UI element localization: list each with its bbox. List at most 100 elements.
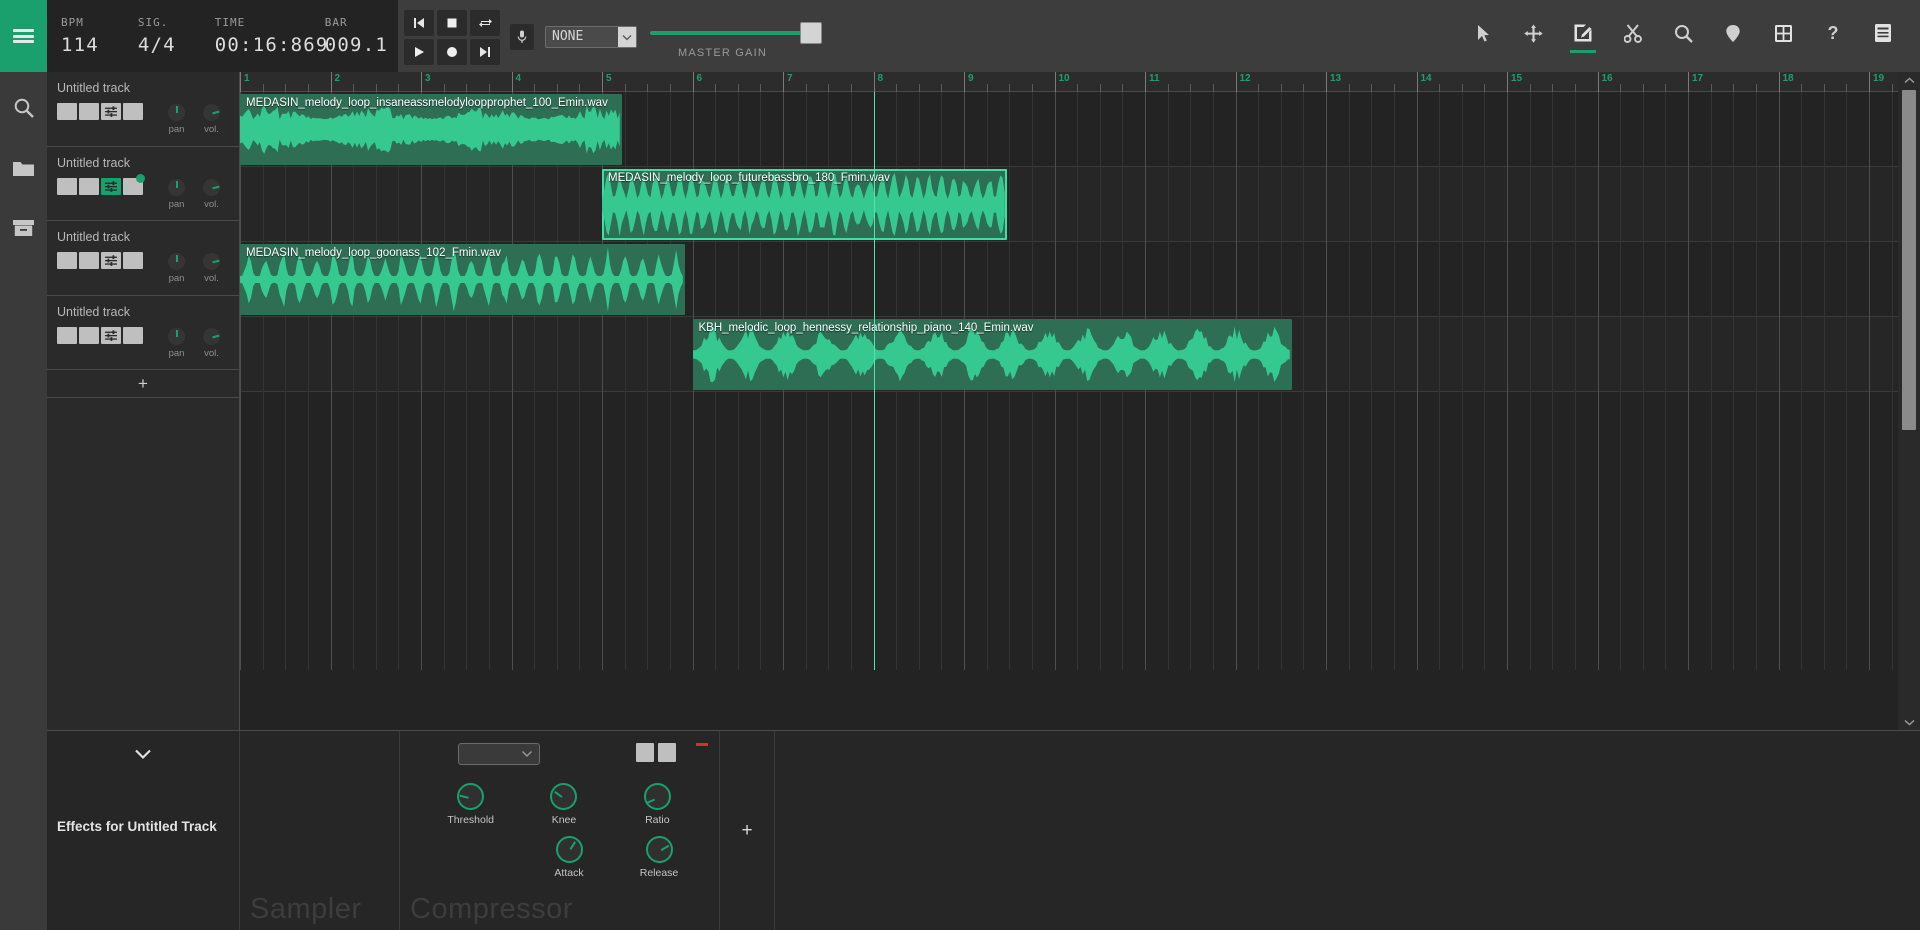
audio-input-select[interactable]: NONE xyxy=(545,26,637,48)
arrangement-view[interactable]: 1 2 3 4 5 6 7 8 9 10 11 12 13 14 15 16 17 18 19 MEDASIN_me… xyxy=(240,72,1898,730)
track-mute-button[interactable] xyxy=(57,103,77,120)
microphone-icon[interactable] xyxy=(510,24,534,50)
compressor-knob[interactable]: Threshold xyxy=(424,783,517,826)
master-gain-thumb[interactable] xyxy=(800,22,822,44)
pan-knob[interactable] xyxy=(167,326,186,346)
clip-grid[interactable]: MEDASIN_melody_loop_insaneassmelodyloopp… xyxy=(240,92,1898,670)
volume-knob[interactable] xyxy=(202,103,221,122)
track-volume-control[interactable]: vol. xyxy=(202,177,221,210)
playhead[interactable] xyxy=(873,92,875,670)
skip-forward-icon[interactable] xyxy=(470,39,500,65)
track-extra-button[interactable] xyxy=(123,252,143,269)
knob-dial[interactable] xyxy=(457,783,485,810)
track-header[interactable]: Untitled track pan vol. xyxy=(47,147,239,221)
hamburger-icon[interactable] xyxy=(0,0,47,72)
vertical-scrollbar[interactable] xyxy=(1898,72,1920,730)
volume-knob[interactable] xyxy=(202,252,221,271)
loop-icon[interactable] xyxy=(470,10,500,36)
cursor-arrow-icon[interactable] xyxy=(1468,16,1498,50)
track-volume-control[interactable]: vol. xyxy=(202,326,221,359)
move-arrows-icon[interactable] xyxy=(1518,16,1548,50)
compressor-knob[interactable]: Ratio xyxy=(611,783,704,826)
track-extra-button[interactable] xyxy=(123,173,145,195)
map-pin-icon[interactable] xyxy=(1718,16,1748,50)
scrollbar-thumb[interactable] xyxy=(1902,90,1916,430)
pencil-edit-icon[interactable] xyxy=(1568,16,1598,53)
pan-knob[interactable] xyxy=(167,252,186,271)
volume-knob[interactable] xyxy=(202,326,221,346)
knob-dial[interactable] xyxy=(555,836,583,863)
track-header[interactable]: Untitled track pan vol. xyxy=(47,72,239,147)
track-extra-button[interactable] xyxy=(123,103,143,120)
knob-dial[interactable] xyxy=(645,836,673,863)
chevron-down-icon[interactable] xyxy=(133,747,153,764)
track-header[interactable]: Untitled track pan vol. xyxy=(47,221,239,296)
scroll-down-icon[interactable] xyxy=(1898,714,1920,730)
compressor-power-button[interactable] xyxy=(658,743,676,762)
add-track-button[interactable]: + xyxy=(47,370,239,398)
track-solo-button[interactable] xyxy=(79,103,99,120)
timeline-ruler[interactable]: 1 2 3 4 5 6 7 8 9 10 11 12 13 14 15 16 17 18 19 xyxy=(240,72,1898,92)
audio-clip[interactable]: MEDASIN_melody_loop_goonass_102_Fmin.wav xyxy=(240,244,686,315)
effect-slot-sampler[interactable]: Sampler xyxy=(240,731,400,930)
ruler-bar-number: 12 xyxy=(1235,72,1251,92)
add-effect-button[interactable]: + xyxy=(720,731,775,930)
track-pan-control[interactable]: pan xyxy=(167,103,186,135)
master-gain-slider[interactable] xyxy=(650,22,822,44)
track-extra-button[interactable] xyxy=(123,326,143,344)
time-field[interactable]: TIME 00:16:869 xyxy=(215,16,328,56)
knob-dial[interactable] xyxy=(550,783,578,810)
audio-clip[interactable]: MEDASIN_melody_loop_futurebassbro_180_Fm… xyxy=(602,169,1007,240)
track-volume-control[interactable]: vol. xyxy=(202,252,221,284)
track-effects-button[interactable] xyxy=(101,103,121,120)
track-effects-button[interactable] xyxy=(101,177,121,195)
track-effects-button[interactable] xyxy=(101,252,121,269)
volume-knob[interactable] xyxy=(202,177,221,197)
grid-beat-line xyxy=(307,92,309,670)
track-pan-control[interactable]: pan xyxy=(167,177,186,210)
record-icon[interactable] xyxy=(437,39,467,65)
search-icon[interactable] xyxy=(0,84,47,132)
track-name-label: Untitled track xyxy=(57,155,130,170)
pan-knob[interactable] xyxy=(167,103,186,122)
scroll-up-icon[interactable] xyxy=(1898,72,1920,88)
ruler-beat-tick xyxy=(1077,84,1079,92)
grid-beat-line xyxy=(1484,92,1486,670)
knob-dial[interactable] xyxy=(643,783,671,810)
knob-label: Release xyxy=(639,867,679,879)
magnifier-icon[interactable] xyxy=(1668,16,1698,50)
list-icon[interactable] xyxy=(1868,16,1898,50)
grid-beat-line xyxy=(1801,92,1803,670)
track-mute-button[interactable] xyxy=(57,326,77,344)
track-effects-button[interactable] xyxy=(101,326,121,344)
compressor-knob[interactable]: Attack xyxy=(524,836,614,879)
bpm-field[interactable]: BPM 114 xyxy=(61,16,138,56)
stop-icon[interactable] xyxy=(437,10,467,36)
compressor-bypass-button[interactable] xyxy=(636,743,654,762)
question-mark-icon[interactable]: ? xyxy=(1818,16,1848,50)
compressor-preset-select[interactable] xyxy=(458,743,540,765)
play-icon[interactable] xyxy=(404,39,434,65)
skip-back-icon[interactable] xyxy=(404,10,434,36)
track-pan-control[interactable]: pan xyxy=(167,252,186,284)
track-solo-button[interactable] xyxy=(79,326,99,344)
audio-clip[interactable]: KBH_melodic_loop_hennessy_relationship_p… xyxy=(692,319,1292,390)
bar-field[interactable]: BAR 009.1 xyxy=(325,16,398,56)
track-volume-control[interactable]: vol. xyxy=(202,103,221,135)
archive-box-icon[interactable] xyxy=(0,204,47,252)
track-solo-button[interactable] xyxy=(79,177,99,195)
audio-clip[interactable]: MEDASIN_melody_loop_insaneassmelodyloopp… xyxy=(240,94,622,165)
track-pan-control[interactable]: pan xyxy=(167,326,186,359)
compressor-knob[interactable]: Release xyxy=(614,836,704,879)
folder-icon[interactable] xyxy=(0,144,47,192)
compressor-knob[interactable]: Knee xyxy=(517,783,610,826)
track-mute-button[interactable] xyxy=(57,177,77,195)
track-header[interactable]: Untitled track pan vol. xyxy=(47,296,239,370)
effect-slot-compressor[interactable]: Threshold Knee Ratio Attack Release Compress… xyxy=(400,731,720,930)
track-mute-button[interactable] xyxy=(57,252,77,269)
grid-icon[interactable] xyxy=(1768,16,1798,50)
pan-knob[interactable] xyxy=(167,177,186,197)
time-signature-field[interactable]: SIG. 4/4 xyxy=(138,16,215,56)
scissors-icon[interactable] xyxy=(1618,16,1648,50)
track-solo-button[interactable] xyxy=(79,252,99,269)
